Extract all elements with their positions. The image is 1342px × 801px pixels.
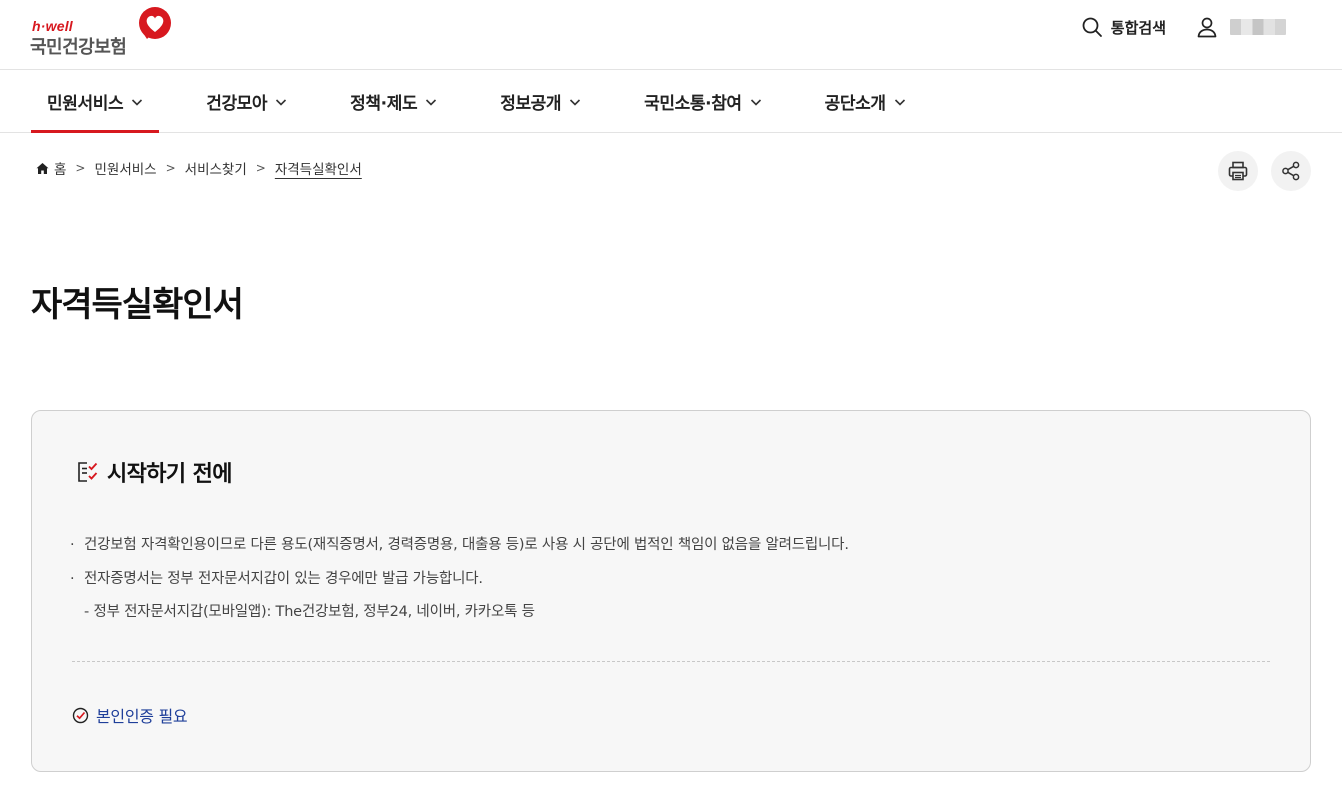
integrated-search-button[interactable]: 통합검색: [1081, 16, 1166, 38]
notice-heading: 시작하기 전에: [75, 456, 233, 488]
brand-name-text: 국민건강보험: [30, 37, 127, 58]
nav-item-disclosure[interactable]: 정보공개: [484, 70, 597, 133]
chevron-right-icon: >: [255, 161, 266, 175]
search-label: 통합검색: [1110, 18, 1166, 37]
nav-item-label: 건강모아: [206, 94, 268, 114]
brand-small-text: h·well: [32, 18, 73, 34]
dashed-divider: [72, 661, 1270, 662]
home-icon: [36, 162, 49, 174]
nav-item-label: 정보공개: [500, 94, 562, 114]
top-header: h·well 국민건강보험 통합검색: [0, 0, 1342, 70]
auth-required-label: 본인인증 필요: [96, 707, 188, 726]
breadcrumb-item[interactable]: 민원서비스: [94, 158, 156, 178]
nav-item-label: 정책·제도: [350, 94, 418, 114]
nav-item-communication[interactable]: 국민소통·참여: [628, 70, 778, 133]
heart-logo-icon: [139, 7, 171, 39]
nav-item-health[interactable]: 건강모아: [190, 70, 303, 133]
breadcrumb-current[interactable]: 자격득실확인서: [275, 158, 362, 178]
site-logo[interactable]: h·well 국민건강보험: [30, 6, 180, 58]
chevron-right-icon: >: [75, 161, 86, 175]
search-icon: [1082, 17, 1102, 37]
nav-item-civil-service[interactable]: 민원서비스: [31, 70, 160, 133]
main-navigation: 민원서비스 건강모아 정책·제도 정보공개 국민소통·참여 공단소개: [0, 70, 1342, 133]
notice-title: 시작하기 전에: [107, 462, 233, 487]
nav-item-policy[interactable]: 정책·제도: [334, 70, 453, 133]
identity-verification-link[interactable]: 본인인증 필요: [72, 703, 188, 727]
checklist-icon: [78, 462, 98, 482]
list-item: · 건강보험 자격확인용이므로 다른 용도(재직증명서, 경력증명용, 대출용 등…: [70, 537, 849, 553]
user-menu-button[interactable]: [1196, 16, 1286, 38]
print-icon: [1228, 161, 1248, 181]
share-button[interactable]: [1271, 151, 1311, 191]
user-icon: [1197, 17, 1217, 38]
breadcrumb: 홈 > 민원서비스 > 서비스찾기 > 자격득실확인서: [36, 158, 362, 178]
check-circle-icon: [72, 707, 89, 723]
breadcrumb-home[interactable]: 홈: [54, 158, 66, 178]
notice-item-text: 건강보험 자격확인용이므로 다른 용도(재직증명서, 경력증명용, 대출용 등)…: [84, 537, 849, 553]
notice-sub-item-text: - 정부 전자문서지갑(모바일앱): The건강보험, 정부24, 네이버, 카…: [84, 604, 535, 620]
list-sub-item: - 정부 전자문서지갑(모바일앱): The건강보험, 정부24, 네이버, 카…: [70, 596, 849, 630]
before-start-notice: 시작하기 전에 · 건강보험 자격확인용이므로 다른 용도(재직증명서, 경력증명…: [31, 410, 1311, 772]
breadcrumb-item[interactable]: 서비스찾기: [185, 158, 247, 178]
page-tools: [1205, 151, 1311, 191]
nav-item-label: 국민소통·참여: [644, 94, 742, 114]
notice-item-text: 전자증명서는 정부 전자문서지갑이 있는 경우에만 발급 가능합니다.: [84, 570, 483, 587]
notice-list: · 건강보험 자격확인용이므로 다른 용도(재직증명서, 경력증명용, 대출용 등…: [70, 529, 849, 630]
print-button[interactable]: [1218, 151, 1258, 191]
chevron-down-icon: [426, 98, 437, 106]
nav-item-label: 공단소개: [824, 94, 886, 114]
nav-item-about[interactable]: 공단소개: [809, 70, 922, 133]
share-icon: [1282, 161, 1300, 181]
chevron-down-icon: [276, 98, 287, 106]
chevron-down-icon: [894, 98, 905, 106]
utility-menu: 통합검색: [1081, 14, 1286, 40]
chevron-down-icon: [132, 98, 143, 106]
chevron-down-icon: [570, 98, 581, 106]
nav-item-label: 민원서비스: [47, 94, 124, 114]
chevron-right-icon: >: [165, 161, 176, 175]
chevron-down-icon: [750, 98, 761, 106]
page-title: 자격득실확인서: [31, 285, 244, 325]
list-item: · 전자증명서는 정부 전자문서지갑이 있는 경우에만 발급 가능합니다.: [70, 570, 483, 587]
user-name-masked: [1230, 19, 1286, 35]
